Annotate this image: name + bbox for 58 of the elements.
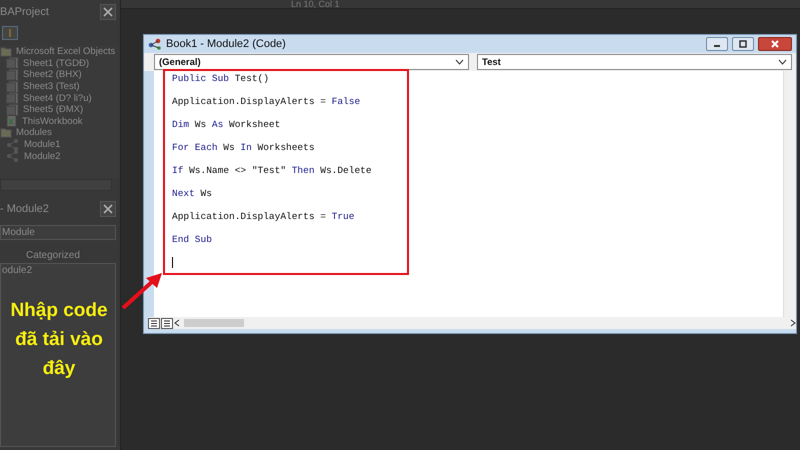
maximize-button[interactable] (732, 37, 754, 51)
minimize-button[interactable] (706, 37, 728, 51)
code-line: Dim Ws As Worksheet (172, 119, 282, 132)
close-button[interactable] (100, 4, 116, 20)
code-line: Application.DisplayAlerts = True (172, 211, 356, 224)
code-line: For Each Ws In Worksheets (172, 142, 316, 155)
tree-item[interactable]: ThisWorkbook (0, 116, 120, 128)
code-line: Next Ws (172, 188, 213, 201)
code-line: Application.DisplayAlerts = False (172, 96, 362, 109)
close-icon (103, 7, 113, 17)
panel-title: - Module2 (0, 203, 49, 215)
text-cursor (172, 257, 173, 268)
pointer-arrow (122, 273, 162, 310)
scroll-right-icon[interactable] (790, 319, 796, 327)
sheet-icon (6, 80, 19, 93)
panel-title: BAProject (0, 6, 49, 18)
horizontal-scrollbar[interactable] (174, 318, 796, 328)
maximize-icon (738, 39, 748, 49)
module-icon (6, 138, 20, 151)
toggle-folders-button[interactable] (2, 26, 18, 40)
vertical-scrollbar[interactable] (783, 71, 796, 317)
code-line: End Sub (172, 234, 213, 247)
window-title: Book1 - Module2 (Code) (166, 38, 287, 50)
tree-item[interactable]: Sheet3 (Test) (0, 80, 120, 92)
full-module-view-icon[interactable] (161, 318, 174, 328)
annotation-text: Nhập code đã tải vào đây (9, 299, 109, 381)
tree-item[interactable]: Sheet5 (ĐMX) (0, 104, 120, 116)
tree-item[interactable]: Modules (0, 127, 120, 139)
tree-item[interactable]: Module2 (0, 150, 120, 162)
tree-item[interactable]: Sheet2 (BHX) (0, 69, 120, 81)
tree-item[interactable]: Module1 (0, 138, 120, 150)
code-line: If Ws.Name <> "Test" Then Ws.Delete (172, 165, 373, 178)
close-icon (103, 204, 113, 214)
close-button[interactable] (758, 37, 792, 51)
sheet-icon (6, 92, 19, 104)
vba-module-icon (148, 38, 162, 50)
tree-item[interactable]: Microsoft Excel Objects (0, 46, 120, 58)
procedure-view-icon[interactable] (148, 318, 161, 328)
chevron-down-icon (778, 59, 787, 65)
module-icon (6, 150, 20, 162)
code-editor[interactable]: Public Sub Test() Application.DisplayAlerts = False Dim Ws As Worksheet For Each Ws In Worksheets If Ws.Name <> "Test" Then Ws.Delete Next Ws Application.DisplayAlerts = True End Sub (154, 71, 796, 317)
chevron-down-icon (455, 59, 464, 65)
scroll-left-icon[interactable] (174, 319, 180, 327)
object-dropdown[interactable]: Module (0, 225, 116, 240)
tree-item[interactable]: Sheet1 (TGDĐ) (0, 58, 120, 70)
cursor-position: Ln 10, Col 1 (291, 0, 340, 8)
object-dropdown[interactable]: (General) (154, 54, 469, 70)
sheet-icon (6, 68, 19, 81)
close-icon (770, 39, 780, 49)
procedure-dropdown[interactable]: Test (477, 54, 792, 70)
property-row[interactable]: odule2 (2, 265, 114, 276)
sheet-icon (6, 57, 19, 70)
code-line: Public Sub Test() (172, 73, 270, 86)
categorized-tab[interactable]: Categorized (26, 250, 120, 261)
sheet-icon (6, 104, 19, 116)
workbook-icon (6, 115, 18, 128)
close-button[interactable] (100, 201, 116, 217)
tree-item[interactable]: Sheet4 (D? li?u) (0, 92, 120, 104)
